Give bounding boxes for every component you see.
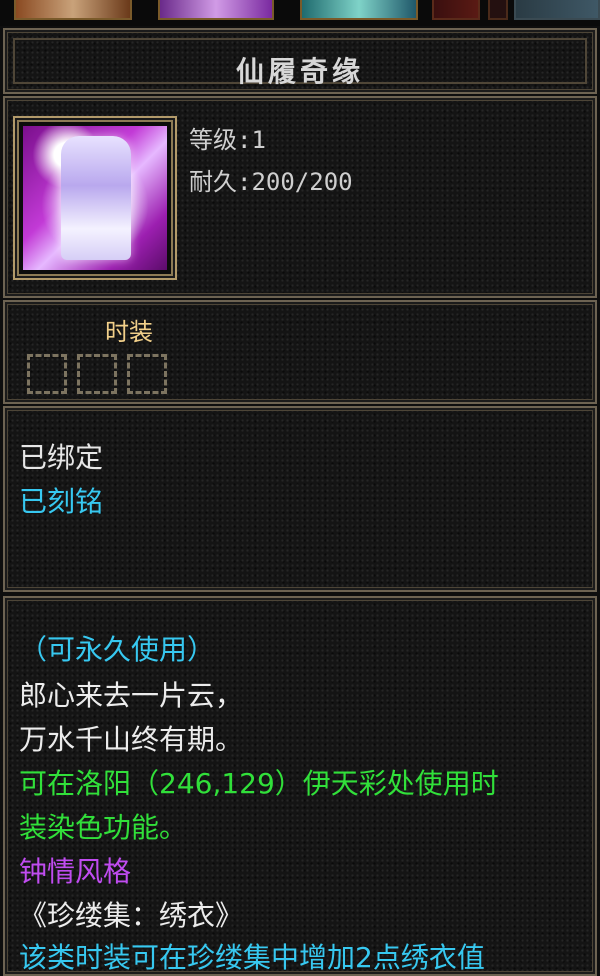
tooltip-title-panel: 仙履奇缘	[3, 28, 597, 94]
poem-line-1: 郎心来去一片云，	[19, 679, 244, 712]
bound-status: 已绑定	[19, 441, 104, 474]
item-info-panel: 等级:1 耐久:200/200	[3, 96, 597, 298]
top-item-strip	[0, 0, 600, 26]
description-panel: （可永久使用） 郎心来去一片云， 万水千山终有期。 可在洛阳（246,129）伊…	[3, 596, 597, 976]
style-tag: 钟情风格	[19, 855, 132, 888]
empty-socket-icon	[27, 354, 67, 394]
item-type-panel: 时装	[3, 300, 597, 404]
scrollbar-icon[interactable]	[488, 0, 508, 20]
empty-socket-icon	[77, 354, 117, 394]
item-icon-frame	[13, 116, 177, 280]
inventory-slot-icon[interactable]	[158, 0, 274, 20]
poem-line-2: 万水千山终有期。	[19, 723, 244, 756]
permanent-use-note: （可永久使用）	[19, 633, 216, 666]
inventory-slot-icon[interactable]	[14, 0, 132, 20]
item-name: 仙履奇缘	[235, 55, 364, 88]
title-frame: 仙履奇缘	[13, 38, 587, 88]
bind-status-panel: 已绑定 已刻铭	[3, 406, 597, 592]
robe-shape	[61, 136, 131, 260]
background-panel	[514, 0, 600, 20]
dye-instruction-line-1: 可在洛阳（246,129）伊天彩处使用时	[19, 767, 499, 800]
dye-instruction-line-2: 装染色功能。	[19, 811, 188, 844]
inventory-slot-icon[interactable]	[432, 0, 480, 20]
collection-bonus: 该类时装可在珍缕集中增加2点绣衣值	[19, 941, 485, 974]
inventory-slot-icon[interactable]	[300, 0, 418, 20]
empty-socket-icon	[127, 354, 167, 394]
collection-name: 《珍缕集：绣衣》	[19, 899, 244, 932]
white-purple-robe-icon	[23, 126, 167, 270]
item-level: 等级:1	[189, 126, 266, 154]
item-category: 时装	[105, 318, 153, 346]
engraved-status: 已刻铭	[19, 485, 104, 518]
item-durability: 耐久:200/200	[189, 168, 353, 196]
